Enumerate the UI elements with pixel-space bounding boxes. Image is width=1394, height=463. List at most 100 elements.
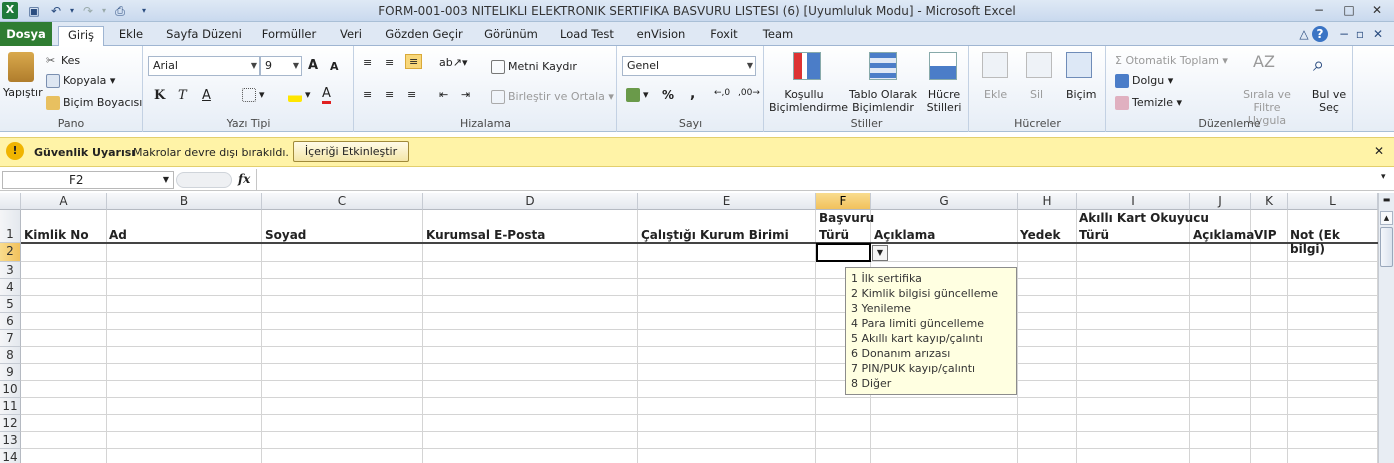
column-header-i[interactable]: I [1077,193,1190,210]
clear-button[interactable]: Temizle ▾ [1115,96,1182,110]
expand-formula-bar-icon[interactable]: ▾ [1381,172,1386,182]
column-header-h[interactable]: H [1018,193,1077,210]
row-header-6[interactable]: 6 [0,313,21,330]
row-header-1[interactable]: 1 [0,210,21,243]
header-cell-j1[interactable]: Açıklama [1193,228,1254,242]
align-middle-icon[interactable]: ≡ [385,56,394,69]
font-color-button[interactable]: A [322,86,331,104]
header-cell-g1[interactable]: Açıklama [874,228,935,242]
doc-restore-icon[interactable]: ▫ [1352,26,1368,42]
list-item[interactable]: 8 Diğer [851,377,891,390]
column-header-a[interactable]: A [21,193,107,210]
tab-formuller[interactable]: Formüller [256,26,322,46]
maximize-button[interactable]: □ [1336,2,1362,19]
active-cell-f2[interactable] [816,243,871,262]
formula-input[interactable] [256,169,1380,190]
borders-button[interactable]: ▾ [242,88,265,102]
scroll-thumb[interactable] [1380,227,1393,267]
validation-dropdown-arrow[interactable]: ▼ [872,245,888,261]
header-cell-k1[interactable]: VIP [1254,228,1277,242]
percent-button[interactable]: % [662,88,674,102]
row-header-4[interactable]: 4 [0,279,21,296]
comma-button[interactable]: , [690,86,695,102]
header-cell-c1[interactable]: Soyad [265,228,306,242]
shrink-font-button[interactable]: A [330,60,339,73]
wrap-text-button[interactable]: Metni Kaydır [491,60,577,74]
row-header-2[interactable]: 2 [0,243,21,262]
align-bottom-icon[interactable]: ≡ [405,54,423,69]
close-icon[interactable]: ✕ [1374,144,1384,158]
format-as-table-button[interactable]: Tablo Olarak Biçimlendir [847,88,919,114]
row-header-12[interactable]: 12 [0,415,21,432]
list-item[interactable]: 6 Donanım arızası [851,347,950,360]
tab-envision[interactable]: enVision [630,26,692,46]
header-cell-d1[interactable]: Kurumsal E-Posta [426,228,545,242]
underline-button[interactable]: A [202,88,211,103]
list-item[interactable]: 1 İlk sertifika [851,272,922,285]
ribbon-minimize-icon[interactable]: △ [1296,26,1312,42]
align-center-icon[interactable]: ≡ [385,88,394,101]
cell-styles-button[interactable]: Hücre Stilleri [921,88,967,114]
header-cell-f1-line2[interactable]: Türü [819,228,849,242]
header-cell-b1[interactable]: Ad [109,228,127,242]
tab-load-test[interactable]: Load Test [556,26,618,46]
increase-decimal-icon[interactable]: ←,0 [714,88,730,98]
row-header-8[interactable]: 8 [0,347,21,364]
font-size-select[interactable]: 9 ▼ [260,56,302,76]
column-header-f[interactable]: F [816,193,871,210]
list-item[interactable]: 4 Para limiti güncelleme [851,317,984,330]
scroll-split-icon[interactable]: ▬ [1380,195,1393,208]
paste-button[interactable]: Yapıştır [3,86,43,99]
font-name-select[interactable]: Arial ▼ [148,56,260,76]
header-cell-l1[interactable]: Not (Ek bilgi) [1290,228,1378,256]
header-cell-i1-line2[interactable]: Türü [1079,228,1109,242]
list-item[interactable]: 2 Kimlik bilgisi güncelleme [851,287,998,300]
fill-color-button[interactable]: ▾ [288,88,311,102]
indent-increase-icon[interactable]: ⇥ [461,88,470,101]
indent-decrease-icon[interactable]: ⇤ [439,88,448,101]
doc-minimize-icon[interactable]: − [1336,26,1352,42]
column-header-j[interactable]: J [1190,193,1251,210]
formula-bar-handle[interactable] [176,172,232,188]
row-header-3[interactable]: 3 [0,262,21,279]
align-right-icon[interactable]: ≡ [407,88,416,101]
column-header-b[interactable]: B [107,193,262,210]
paste-icon[interactable] [8,52,34,82]
select-all-corner[interactable] [0,193,21,210]
tab-gorunum[interactable]: Görünüm [478,26,544,46]
help-icon[interactable]: ? [1312,26,1328,42]
column-header-e[interactable]: E [638,193,816,210]
name-box[interactable]: F2 ▼ [2,171,174,189]
vertical-scrollbar[interactable]: ▬ ▲ [1378,193,1394,463]
copy-button[interactable]: Kopyala ▾ [46,74,115,88]
column-header-c[interactable]: C [262,193,423,210]
align-left-icon[interactable]: ≡ [363,88,372,101]
tab-dosya[interactable]: Dosya [0,22,52,46]
minimize-button[interactable]: − [1306,2,1332,19]
insert-function-icon[interactable]: fx [238,172,250,186]
cut-button[interactable]: ✂ Kes [46,54,80,68]
row-header-7[interactable]: 7 [0,330,21,347]
row-header-11[interactable]: 11 [0,398,21,415]
number-format-select[interactable]: Genel ▼ [622,56,756,76]
header-cell-i1-line1[interactable]: Akıllı Kart Okuyucu [1079,211,1209,225]
row-header-13[interactable]: 13 [0,432,21,449]
header-cell-f1-line1[interactable]: Başvuru [819,211,874,225]
header-cell-h1[interactable]: Yedek [1020,228,1060,242]
conditional-format-button[interactable]: Koşullu Biçimlendirme [769,88,848,114]
list-item[interactable]: 5 Akıllı kart kayıp/çalıntı [851,332,983,345]
tab-sayfa-duzeni[interactable]: Sayfa Düzeni [160,26,248,46]
find-select-button[interactable]: Bul ve Seç [1309,88,1349,114]
row-header-10[interactable]: 10 [0,381,21,398]
tab-giris[interactable]: Giriş [58,26,104,47]
decrease-decimal-icon[interactable]: ,00→ [738,88,760,98]
column-header-d[interactable]: D [423,193,638,210]
tab-gozden-gecir[interactable]: Gözden Geçir [380,26,468,46]
close-button[interactable]: ✕ [1364,2,1390,19]
orientation-icon[interactable]: ab↗▾ [439,56,467,69]
tab-foxit[interactable]: Foxit [702,26,746,46]
row-header-14[interactable]: 14 [0,449,21,463]
column-header-g[interactable]: G [871,193,1018,210]
italic-button[interactable]: T [178,88,187,103]
header-cell-e1[interactable]: Çalıştığı Kurum Birimi [641,228,789,242]
